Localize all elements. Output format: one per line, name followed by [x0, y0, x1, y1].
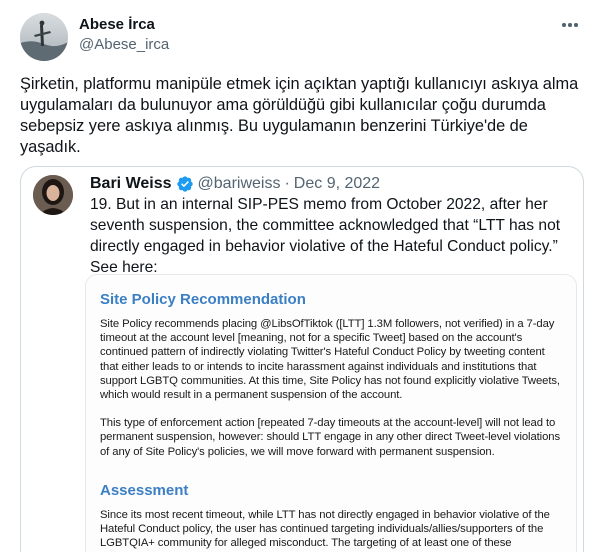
quoted-display-name[interactable]: Bari Weiss [90, 173, 172, 194]
quoted-text: 19. But in an internal SIP-PES memo from… [90, 196, 561, 276]
tweet-text: Şirketin, platformu manipüle etmek için … [20, 75, 579, 156]
author-handle[interactable]: @Abese_irca [79, 35, 169, 54]
doc-heading-site-policy: Site Policy Recommendation [100, 291, 306, 308]
more-options-icon[interactable] [559, 14, 581, 36]
doc-paragraph: This type of enforcement action [repeate… [100, 417, 560, 458]
quoted-header: Bari Weiss @bariweiss · Dec 9, 2022 [90, 173, 380, 194]
doc-paragraph: Since its most recent timeout, while LTT… [100, 508, 550, 552]
attached-document-image[interactable]: Site Policy Recommendation Site Policy r… [85, 274, 577, 552]
quoted-author-avatar[interactable] [33, 175, 73, 215]
quoted-tweet[interactable]: Bari Weiss @bariweiss · Dec 9, 2022 19. … [20, 166, 584, 552]
author-display-name[interactable]: Abese İrca [79, 15, 169, 34]
quoted-handle[interactable]: @bariweiss [198, 173, 281, 194]
separator-dot: · [284, 175, 290, 192]
author-avatar[interactable] [20, 13, 68, 61]
quoted-date[interactable]: Dec 9, 2022 [294, 173, 380, 194]
verified-badge-icon [176, 175, 194, 193]
doc-heading-assessment: Assessment [100, 481, 189, 499]
author-info: Abese İrca @Abese_irca [79, 15, 169, 54]
doc-paragraph: Site Policy recommends placing @LibsOfTi… [100, 318, 560, 402]
